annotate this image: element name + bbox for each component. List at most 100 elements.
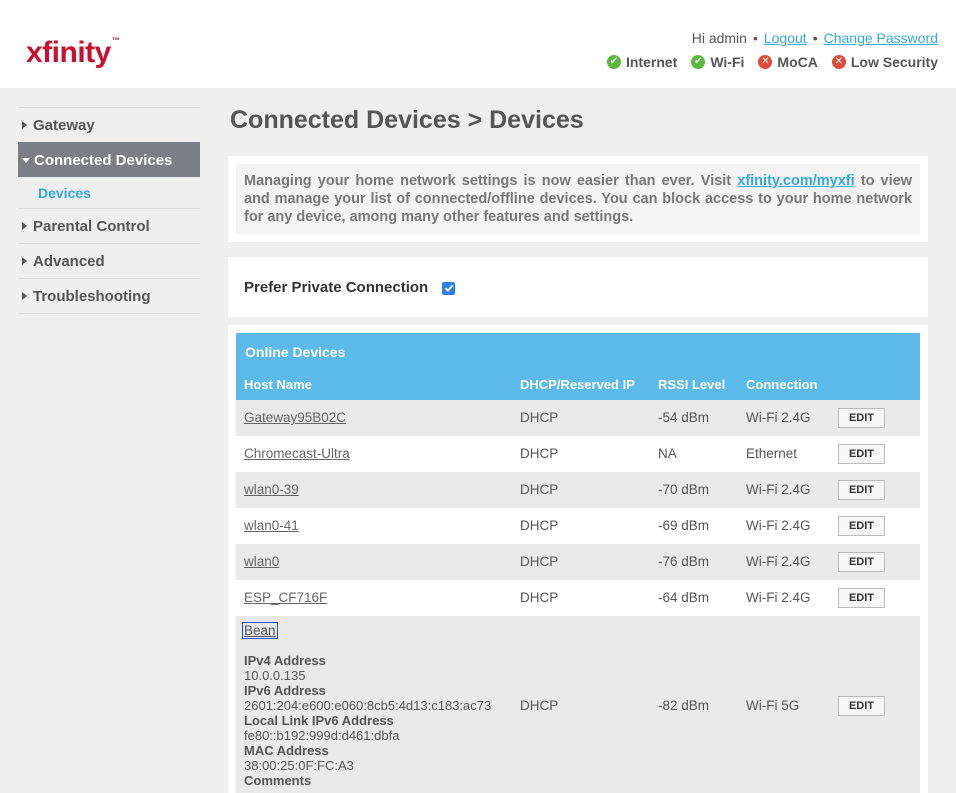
dhcp-cell: DHCP [520, 410, 559, 425]
edit-button[interactable]: EDIT [838, 696, 885, 716]
host-name-link[interactable]: wlan0-39 [244, 482, 299, 497]
connection-cell: Wi-Fi 2.4G [746, 482, 811, 497]
sidebar-divider [18, 313, 200, 314]
status-label: MoCA [777, 54, 818, 70]
prefer-private-checkbox[interactable] [442, 281, 456, 295]
prefer-private-card: Prefer Private Connection [228, 257, 928, 317]
edit-button[interactable]: EDIT [838, 552, 885, 572]
dhcp-cell: DHCP [520, 446, 559, 461]
dhcp-cell: DHCP [520, 482, 559, 497]
sidebar-item-label: Gateway [33, 116, 95, 134]
caret-down-icon [22, 157, 30, 163]
column-header-rssi: RSSI Level [658, 377, 726, 392]
myxfi-link[interactable]: xfinity.com/myxfi [737, 173, 854, 189]
comments-label: Comments [244, 773, 312, 788]
edit-button[interactable]: EDIT [838, 408, 885, 428]
logout-link[interactable]: Logout [764, 30, 807, 46]
check-circle-icon: ✔ [606, 55, 621, 69]
ipv6-label: IPv6 Address [244, 683, 326, 698]
sidebar-item-parental-control[interactable]: Parental Control [18, 208, 200, 243]
rssi-cell: NA [658, 446, 677, 461]
user-line: Hi admin • Logout • Change Password [692, 30, 938, 46]
rssi-cell: -82 dBm [658, 698, 710, 713]
status-security: ✕ Low Security [831, 54, 938, 70]
host-name-link[interactable]: wlan0-41 [244, 518, 299, 533]
top-header: xfinity™ Hi admin • Logout • Change Password… [0, 0, 956, 88]
caret-right-icon [22, 257, 27, 265]
ipv6-value: 2601:204:e600:e060:8cb5:4d13:c183:ac73 [244, 698, 492, 713]
status-label: Internet [625, 54, 678, 70]
table-row: wlan0-41 DHCP -69 dBm Wi-Fi 2.4G EDIT [236, 508, 920, 544]
rssi-cell: -76 dBm [658, 554, 710, 569]
host-name-link[interactable]: wlan0 [244, 554, 279, 569]
sidebar-item-label: Advanced [33, 252, 105, 270]
table-row: wlan0-39 DHCP -70 dBm Wi-Fi 2.4G EDIT [236, 472, 920, 508]
table-row-expanded: Bean IPv4 Address 10.0.0.135 IPv6 Addres… [236, 616, 920, 793]
edit-button[interactable]: EDIT [838, 444, 885, 464]
sidebar-item-label: Troubleshooting [33, 287, 151, 305]
check-circle-icon: ✔ [691, 55, 706, 69]
rssi-cell: -69 dBm [658, 518, 710, 533]
table-header: Online Devices Host Name DHCP/Reserved I… [236, 333, 920, 400]
connection-cell: Ethernet [746, 446, 798, 461]
connection-cell: Wi-Fi 2.4G [746, 554, 811, 569]
dhcp-cell: DHCP [520, 554, 559, 569]
status-moca: ✕ MoCA [758, 54, 818, 70]
table-row: ESP_CF716F DHCP -64 dBm Wi-Fi 2.4G EDIT [236, 580, 920, 616]
host-name-link[interactable]: Bean [242, 622, 278, 639]
table-title: Online Devices [245, 344, 346, 360]
status-wifi: ✔ Wi-Fi [691, 54, 744, 70]
status-internet: ✔ Internet [606, 54, 678, 70]
device-details: IPv4 Address 10.0.0.135 IPv6 Address 260… [244, 653, 491, 788]
dhcp-cell: DHCP [520, 590, 559, 605]
local-link-ipv6-label: Local Link IPv6 Address [244, 713, 394, 728]
sidebar-item-label: Parental Control [33, 217, 150, 235]
dhcp-cell: DHCP [520, 518, 559, 533]
edit-button[interactable]: EDIT [838, 516, 885, 536]
xfinity-logo[interactable]: xfinity™ [26, 36, 120, 70]
status-bar: ✔ Internet ✔ Wi-Fi ✕ MoCA ✕ Low Security [606, 54, 938, 70]
host-name-link[interactable]: Chromecast-Ultra [244, 446, 350, 461]
separator-dot: • [752, 30, 758, 46]
x-circle-icon: ✕ [831, 55, 846, 69]
edit-button[interactable]: EDIT [838, 588, 885, 608]
sidebar-item-troubleshooting[interactable]: Troubleshooting [18, 278, 200, 313]
mac-label: MAC Address [244, 743, 329, 758]
change-password-link[interactable]: Change Password [824, 30, 938, 46]
host-name-link[interactable]: ESP_CF716F [244, 590, 327, 605]
prefer-private-label: Prefer Private Connection [244, 278, 429, 296]
info-text: Managing your home network settings is n… [244, 173, 738, 189]
sidebar-item-devices[interactable]: Devices [18, 177, 200, 208]
checkmark-icon [444, 284, 453, 292]
info-card: Managing your home network settings is n… [228, 156, 928, 242]
mac-value: 38:00:25:0F:FC:A3 [244, 758, 354, 773]
status-label: Low Security [850, 54, 938, 70]
sidebar: Gateway Connected Devices Devices Parent… [18, 107, 200, 314]
x-circle-icon: ✕ [758, 55, 773, 69]
dhcp-cell: DHCP [520, 698, 559, 713]
sidebar-item-advanced[interactable]: Advanced [18, 243, 200, 278]
sidebar-item-connected-devices[interactable]: Connected Devices [18, 142, 200, 177]
local-link-ipv6-value: fe80::b192:999d:d461:dbfa [244, 728, 400, 743]
edit-button[interactable]: EDIT [838, 480, 885, 500]
column-header-host-name: Host Name [244, 377, 312, 392]
greeting: Hi admin [691, 30, 747, 46]
status-label: Wi-Fi [710, 54, 745, 70]
caret-right-icon [22, 292, 27, 300]
sidebar-item-gateway[interactable]: Gateway [18, 107, 200, 142]
connection-cell: Wi-Fi 2.4G [746, 410, 811, 425]
host-name-link[interactable]: Gateway95B02C [244, 410, 346, 425]
logo-text: xfinity [26, 36, 111, 69]
caret-right-icon [22, 121, 27, 129]
separator-dot: • [812, 30, 818, 46]
table-row: Chromecast-Ultra DHCP NA Ethernet EDIT [236, 436, 920, 472]
ipv4-value: 10.0.0.135 [244, 668, 306, 683]
trademark-mark: ™ [111, 36, 120, 45]
connection-cell: Wi-Fi 5G [746, 698, 800, 713]
connection-cell: Wi-Fi 2.4G [746, 518, 811, 533]
rssi-cell: -54 dBm [658, 410, 710, 425]
rssi-cell: -70 dBm [658, 482, 710, 497]
table-row: Gateway95B02C DHCP -54 dBm Wi-Fi 2.4G ED… [236, 400, 920, 436]
rssi-cell: -64 dBm [658, 590, 710, 605]
ipv4-label: IPv4 Address [244, 653, 326, 668]
